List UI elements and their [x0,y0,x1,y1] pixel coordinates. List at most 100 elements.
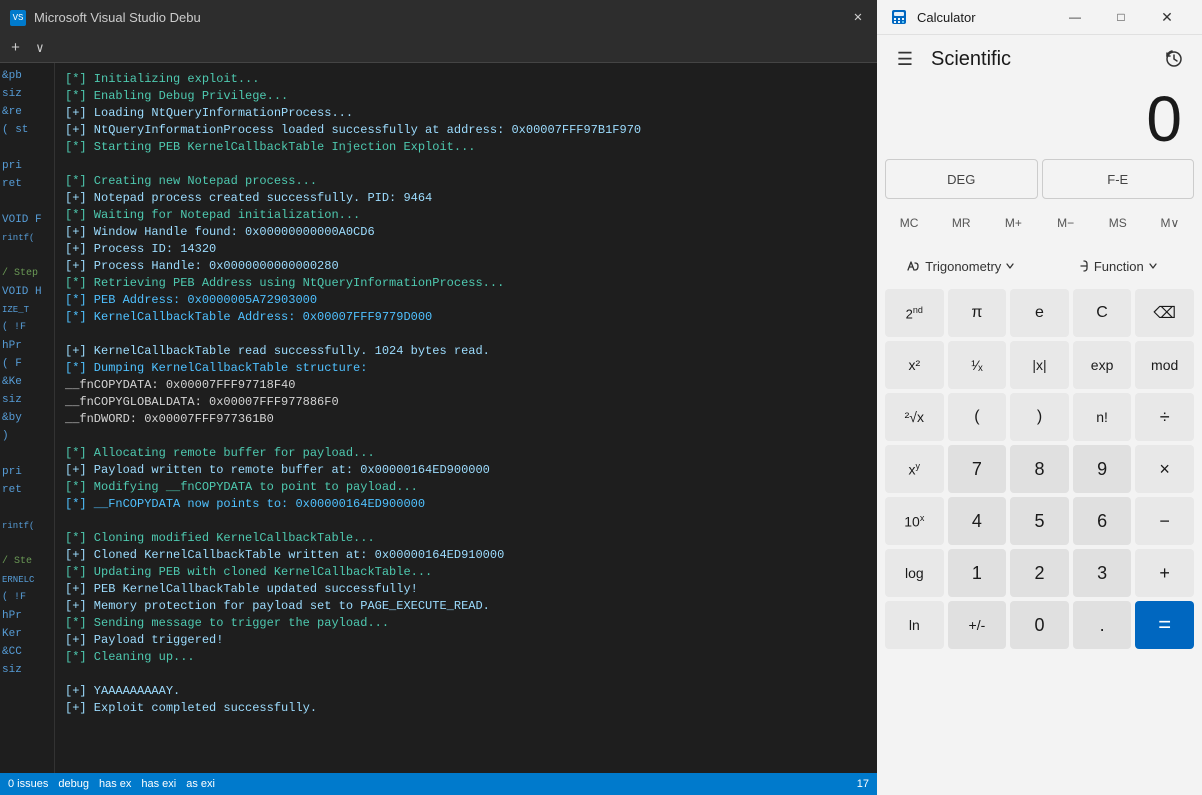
btn-6[interactable]: 6 [1073,497,1132,545]
trig-label: Trigonometry [925,259,1001,274]
btn-1[interactable]: 1 [948,549,1007,597]
line-19: __fnCOPYDATA: 0x00007FFF97718F40 [65,378,295,392]
mchevron-button[interactable]: M∨ [1146,203,1194,243]
line-24: [+] Payload written to remote buffer at:… [65,463,490,477]
btn-clear[interactable]: C [1073,289,1132,337]
calc-row-5: 10x 4 5 6 − [885,497,1194,545]
btn-subtract[interactable]: − [1135,497,1194,545]
mr-button[interactable]: MR [937,203,985,243]
btn-rparen[interactable]: ) [1010,393,1069,441]
btn-2nd[interactable]: 2nd [885,289,944,337]
trig-icon [907,259,921,273]
line-31: [+] PEB KernelCallbackTable updated succ… [65,582,418,596]
btn-xy[interactable]: xy [885,445,944,493]
btn-x2[interactable]: x² [885,341,944,389]
btn-9[interactable]: 9 [1073,445,1132,493]
memory-row: MC MR M+ M− MS M∨ [885,203,1194,243]
calc-menu-button[interactable]: ☰ [889,43,921,75]
btn-sqrt[interactable]: ²√x [885,393,944,441]
line-30: [*] Updating PEB with cloned KernelCallb… [65,565,432,579]
function-label: Function [1094,259,1144,274]
btn-factorial[interactable]: n! [1073,393,1132,441]
calc-display-value: 0 [1146,87,1182,151]
terminal-output: [*] Initializing exploit... [*] Enabling… [55,63,877,773]
btn-negate[interactable]: +/- [948,601,1007,649]
tab-arrow[interactable]: ∨ [30,39,50,58]
line-14: [*] PEB Address: 0x0000005A72903000 [65,293,317,307]
btn-ln[interactable]: ln [885,601,944,649]
line-34: [+] Payload triggered! [65,633,223,647]
calc-row-2: x² ¹⁄ₓ |x| exp mod [885,341,1194,389]
btn-backspace[interactable]: ⌫ [1135,289,1194,337]
btn-multiply[interactable]: × [1135,445,1194,493]
btn-5[interactable]: 5 [1010,497,1069,545]
mminus-button[interactable]: M− [1042,203,1090,243]
btn-4[interactable]: 4 [948,497,1007,545]
line-28: [*] Cloning modified KernelCallbackTable… [65,531,375,545]
mc-button[interactable]: MC [885,203,933,243]
btn-exp[interactable]: exp [1073,341,1132,389]
btn-lparen[interactable]: ( [948,393,1007,441]
function-dropdown-button[interactable]: Function [1042,247,1195,285]
btn-mod[interactable]: mod [1135,341,1194,389]
line-37: [+] YAAAAAAAAAY. [65,684,180,698]
calc-row-7: ln +/- 0 . = [885,601,1194,649]
calc-history-button[interactable] [1158,43,1190,75]
status-debug: debug [58,778,89,790]
fe-button[interactable]: F-E [1042,159,1195,199]
line-5: [*] Starting PEB KernelCallbackTable Inj… [65,140,475,154]
line-10: [+] Window Handle found: 0x00000000000A0… [65,225,375,239]
calc-row-4: xy 7 8 9 × [885,445,1194,493]
tab-plus[interactable]: + [5,38,26,59]
line-25: [*] Modifying __fnCOPYDATA to point to p… [65,480,418,494]
line-9: [*] Waiting for Notepad initialization..… [65,208,360,222]
deg-button[interactable]: DEG [885,159,1038,199]
calc-minimize-button[interactable]: — [1052,0,1098,35]
btn-decimal[interactable]: . [1073,601,1132,649]
btn-divide[interactable]: ÷ [1135,393,1194,441]
btn-2[interactable]: 2 [1010,549,1069,597]
status-msg3: as exi [186,778,215,790]
btn-3[interactable]: 3 [1073,549,1132,597]
btn-pi[interactable]: π [948,289,1007,337]
ms-button[interactable]: MS [1094,203,1142,243]
btn-e[interactable]: e [1010,289,1069,337]
calc-row-6: log 1 2 3 + [885,549,1194,597]
trig-dropdown-button[interactable]: Trigonometry [885,247,1038,285]
calculator-window: Calculator — □ ✕ ☰ Scientific 0 DEG F-E … [877,0,1202,795]
calc-row-3: ²√x ( ) n! ÷ [885,393,1194,441]
calc-buttons-area: DEG F-E MC MR M+ M− MS M∨ Trigonometry [877,159,1202,795]
status-line: 17 [857,778,869,790]
vs-close-button[interactable]: ✕ [849,9,867,27]
line-13: [*] Retrieving PEB Address using NtQuery… [65,276,504,290]
btn-10x[interactable]: 10x [885,497,944,545]
btn-recip[interactable]: ¹⁄ₓ [948,341,1007,389]
calc-row-1: 2nd π e C ⌫ [885,289,1194,337]
line-12: [+] Process Handle: 0x0000000000000280 [65,259,339,273]
btn-7[interactable]: 7 [948,445,1007,493]
btn-equals[interactable]: = [1135,601,1194,649]
btn-abs[interactable]: |x| [1010,341,1069,389]
btn-add[interactable]: + [1135,549,1194,597]
function-icon [1078,259,1090,273]
status-msg2: has exi [141,778,176,790]
calc-close-button[interactable]: ✕ [1144,0,1190,35]
calc-app-name: Scientific [931,48,1148,71]
line-15: [*] KernelCallbackTable Address: 0x00007… [65,310,432,324]
btn-log[interactable]: log [885,549,944,597]
calc-titlebar: Calculator — □ ✕ [877,0,1202,35]
code-sidebar: &pb siz &re ( st pri ret VOID F rintf( /… [0,63,55,773]
line-32: [+] Memory protection for payload set to… [65,599,490,613]
line-23: [*] Allocating remote buffer for payload… [65,446,375,460]
sidebar-code: &pb siz &re ( st pri ret VOID F rintf( /… [0,63,54,683]
line-8: [+] Notepad process created successfully… [65,191,432,205]
btn-0[interactable]: 0 [1010,601,1069,649]
line-29: [+] Cloned KernelCallbackTable written a… [65,548,504,562]
mplus-button[interactable]: M+ [989,203,1037,243]
line-2: [*] Enabling Debug Privilege... [65,89,288,103]
line-26: [*] __FnCOPYDATA now points to: 0x000001… [65,497,425,511]
fn-row: Trigonometry Function [885,247,1194,285]
vs-title: Microsoft Visual Studio Debu [34,10,841,25]
calc-maximize-button[interactable]: □ [1098,0,1144,35]
btn-8[interactable]: 8 [1010,445,1069,493]
